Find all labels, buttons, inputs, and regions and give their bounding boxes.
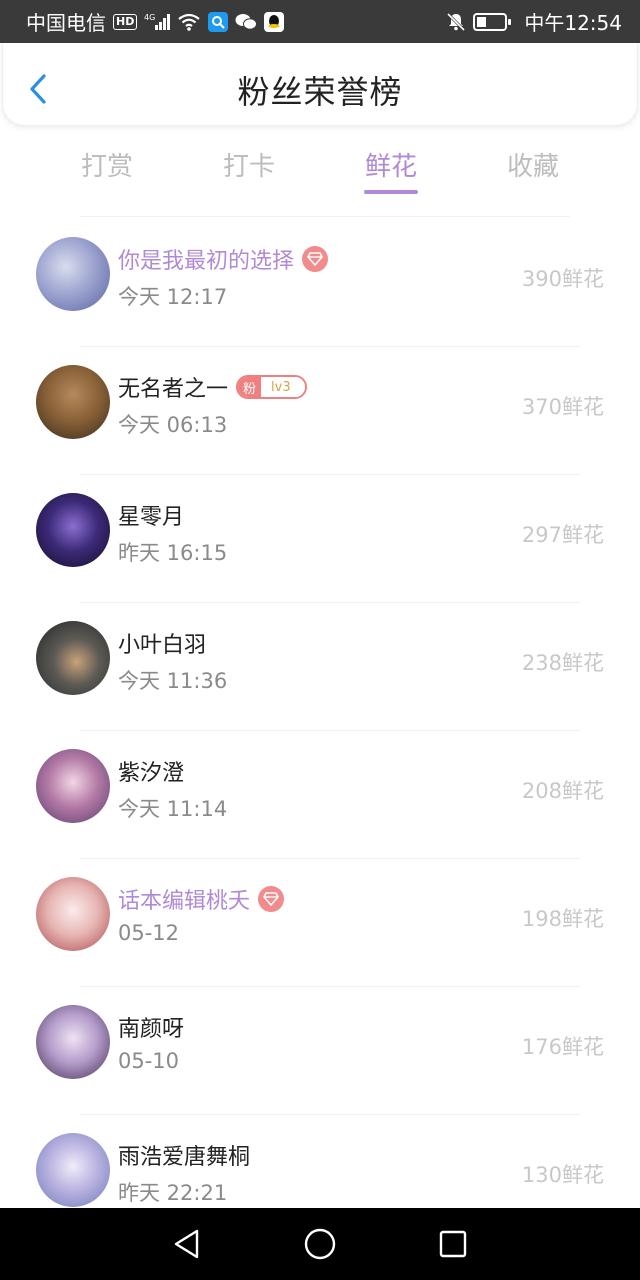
tab-label: 打赏 (80, 152, 133, 182)
avatar[interactable] (36, 1133, 110, 1207)
signal-icon: 4G (144, 12, 171, 32)
list-item[interactable]: 星零月 昨天 16:15 297鲜花 (0, 475, 640, 603)
avatar[interactable] (36, 493, 110, 567)
nav-home-button[interactable] (300, 1224, 340, 1264)
divider (80, 216, 570, 217)
flower-count: 130鲜花 (521, 1163, 604, 1187)
avatar[interactable] (36, 621, 110, 695)
tab-label: 鲜花 (364, 152, 417, 182)
name-line: 话本编辑桃夭 (118, 883, 285, 915)
flower-count: 370鲜花 (521, 395, 604, 419)
list-item[interactable]: 你是我最初的选择 今天 12:17 390鲜花 (0, 219, 640, 347)
flower-count: 208鲜花 (521, 779, 604, 803)
user-name: 话本编辑桃夭 (118, 889, 251, 914)
nav-back-button[interactable] (167, 1224, 207, 1264)
list-item[interactable]: 紫汐澄 今天 11:14 208鲜花 (0, 731, 640, 859)
status-bar-right: 中午12:54 (446, 7, 622, 36)
tab-label: 收藏 (506, 152, 559, 182)
tab-reward[interactable]: 打赏 (36, 140, 178, 200)
tab-favorites[interactable]: 收藏 (462, 140, 604, 200)
list-item[interactable]: 无名者之一 粉 lv3 今天 06:13 370鲜花 (0, 347, 640, 475)
nav-recent-button[interactable] (433, 1224, 473, 1264)
hd-icon: HD (113, 13, 138, 30)
timestamp: 今天 11:36 (118, 669, 228, 693)
user-name: 雨浩爱唐舞桐 (118, 1145, 251, 1170)
flower-count: 198鲜花 (521, 907, 604, 931)
status-time: 中午12:54 (524, 11, 622, 35)
user-name: 无名者之一 (118, 377, 229, 402)
user-name: 你是我最初的选择 (118, 249, 295, 274)
qq-icon (264, 11, 285, 32)
tab-flowers[interactable]: 鲜花 (320, 140, 462, 200)
status-bar: 中国电信 HD 4G 中午12:54 (0, 0, 640, 43)
active-tab-indicator (364, 190, 418, 194)
timestamp: 05-12 (118, 921, 180, 945)
system-nav-bar (0, 1208, 640, 1280)
name-line: 小叶白羽 (118, 627, 206, 659)
flower-count: 390鲜花 (521, 267, 604, 291)
tab-label: 打卡 (222, 152, 275, 182)
flower-count: 176鲜花 (521, 1035, 604, 1059)
timestamp: 今天 06:13 (118, 413, 228, 437)
list-item[interactable]: 小叶白羽 今天 11:36 238鲜花 (0, 603, 640, 731)
gem-icon (258, 886, 285, 912)
user-name: 紫汐澄 (118, 761, 185, 786)
square-recent-icon (440, 1230, 467, 1258)
header: 粉丝荣誉榜 (2, 43, 638, 126)
tab-bar: 打赏 打卡 鲜花 收藏 (36, 140, 604, 200)
wifi-icon (177, 12, 201, 32)
list-item[interactable]: 南颜呀 05-10 176鲜花 (0, 987, 640, 1115)
triangle-back-icon (174, 1229, 198, 1259)
timestamp: 今天 11:14 (118, 797, 228, 821)
status-bar-left: 中国电信 HD 4G (26, 7, 285, 36)
fan-badge-level: lv3 (261, 377, 305, 397)
page-title: 粉丝荣誉榜 (237, 73, 403, 111)
carrier-label: 中国电信 (26, 11, 106, 35)
mute-notification-icon (446, 12, 466, 32)
wechat-icon (235, 13, 258, 31)
user-name: 小叶白羽 (118, 633, 207, 658)
avatar[interactable] (36, 749, 110, 823)
user-name: 星零月 (118, 505, 185, 530)
user-name: 南颜呀 (118, 1017, 185, 1042)
name-line: 无名者之一 粉 lv3 (118, 371, 307, 403)
avatar[interactable] (36, 365, 110, 439)
name-line: 南颜呀 (118, 1011, 184, 1043)
name-line: 星零月 (118, 499, 184, 531)
search-app-icon (208, 11, 229, 32)
name-line: 紫汐澄 (118, 755, 184, 787)
tab-checkin[interactable]: 打卡 (178, 140, 320, 200)
gem-icon (302, 246, 329, 272)
svg-text:4G: 4G (144, 13, 155, 22)
flower-count: 297鲜花 (521, 523, 604, 547)
timestamp: 昨天 22:21 (118, 1181, 228, 1205)
fan-list: 你是我最初的选择 今天 12:17 390鲜花 无名者之一 粉 lv3 今天 0… (0, 219, 640, 1243)
battery-icon (473, 12, 512, 31)
flower-count: 238鲜花 (521, 651, 604, 675)
name-line: 雨浩爱唐舞桐 (118, 1139, 250, 1171)
circle-home-icon (304, 1228, 336, 1260)
avatar[interactable] (36, 1005, 110, 1079)
timestamp: 05-10 (118, 1049, 180, 1073)
timestamp: 今天 12:17 (118, 285, 228, 309)
fan-badge-label: 粉 (238, 377, 262, 397)
avatar[interactable] (36, 237, 110, 311)
name-line: 你是我最初的选择 (118, 243, 329, 275)
list-item[interactable]: 话本编辑桃夭 05-12 198鲜花 (0, 859, 640, 987)
avatar[interactable] (36, 877, 110, 951)
timestamp: 昨天 16:15 (118, 541, 228, 565)
fan-level-badge: 粉 lv3 (236, 375, 307, 399)
